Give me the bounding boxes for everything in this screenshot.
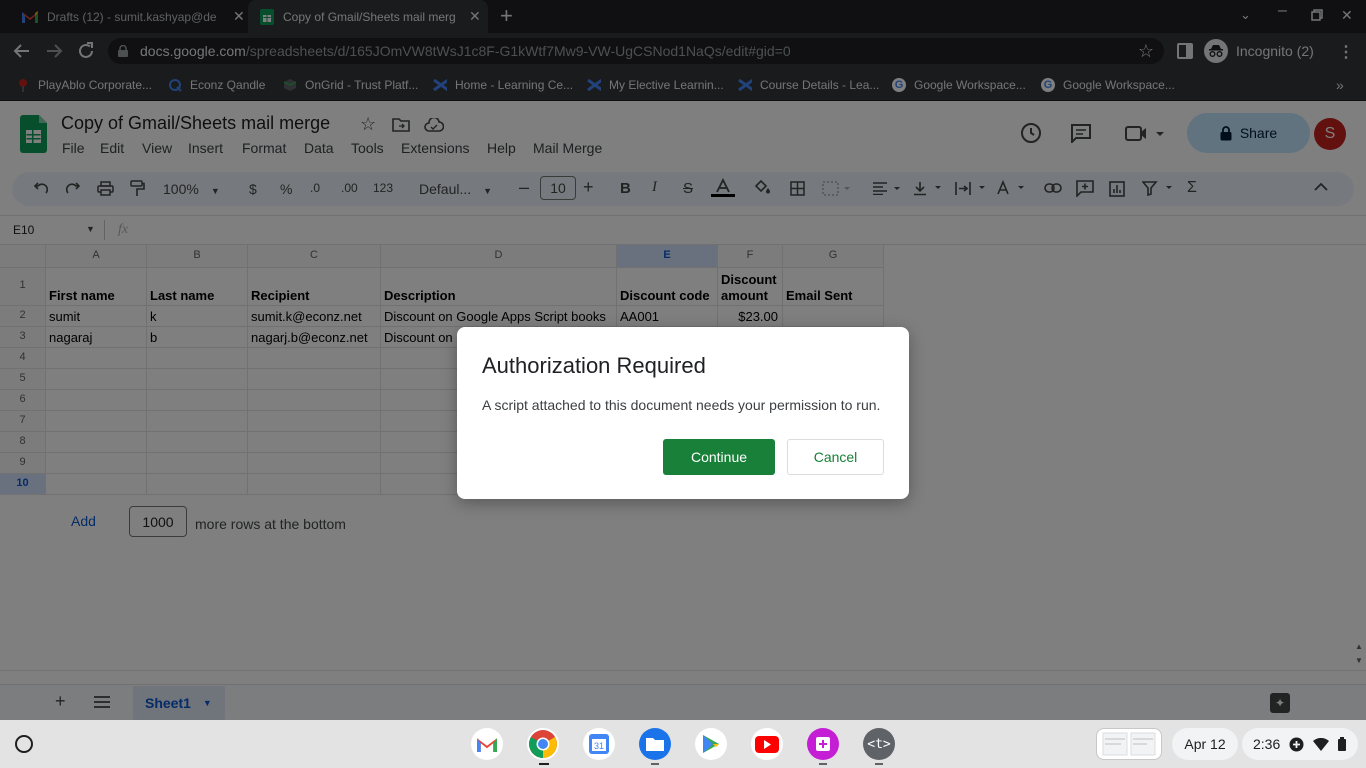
wifi-icon xyxy=(1313,737,1330,751)
gmail-app-icon[interactable] xyxy=(471,728,503,760)
cancel-button[interactable]: Cancel xyxy=(787,439,884,475)
battery-icon xyxy=(1338,737,1347,751)
date-tray[interactable]: Apr 12 xyxy=(1172,728,1238,760)
chrome-app-icon[interactable] xyxy=(527,728,559,760)
dialog-title: Authorization Required xyxy=(482,353,706,378)
dialog-message: A script attached to this document needs… xyxy=(482,397,881,413)
play-store-app-icon[interactable] xyxy=(695,728,727,760)
calendar-app-icon[interactable]: 31 xyxy=(583,728,615,760)
screencast-app-icon[interactable] xyxy=(807,728,839,760)
terminal-app-icon[interactable]: <t> xyxy=(863,728,895,760)
running-indicator xyxy=(651,763,659,765)
launcher-icon[interactable] xyxy=(15,735,33,753)
running-indicator xyxy=(539,763,549,765)
running-indicator xyxy=(819,763,827,765)
status-tray[interactable]: 2:36 xyxy=(1242,728,1358,760)
authorization-dialog: Authorization Required A script attached… xyxy=(457,327,909,499)
youtube-app-icon[interactable] xyxy=(751,728,783,760)
svg-text:31: 31 xyxy=(594,741,604,751)
add-circle-icon xyxy=(1289,737,1304,752)
screenshot-thumbnail[interactable] xyxy=(1096,728,1162,760)
running-indicator xyxy=(875,763,883,765)
clock: 2:36 xyxy=(1253,736,1281,752)
continue-button[interactable]: Continue xyxy=(663,439,775,475)
files-app-icon[interactable] xyxy=(639,728,671,760)
